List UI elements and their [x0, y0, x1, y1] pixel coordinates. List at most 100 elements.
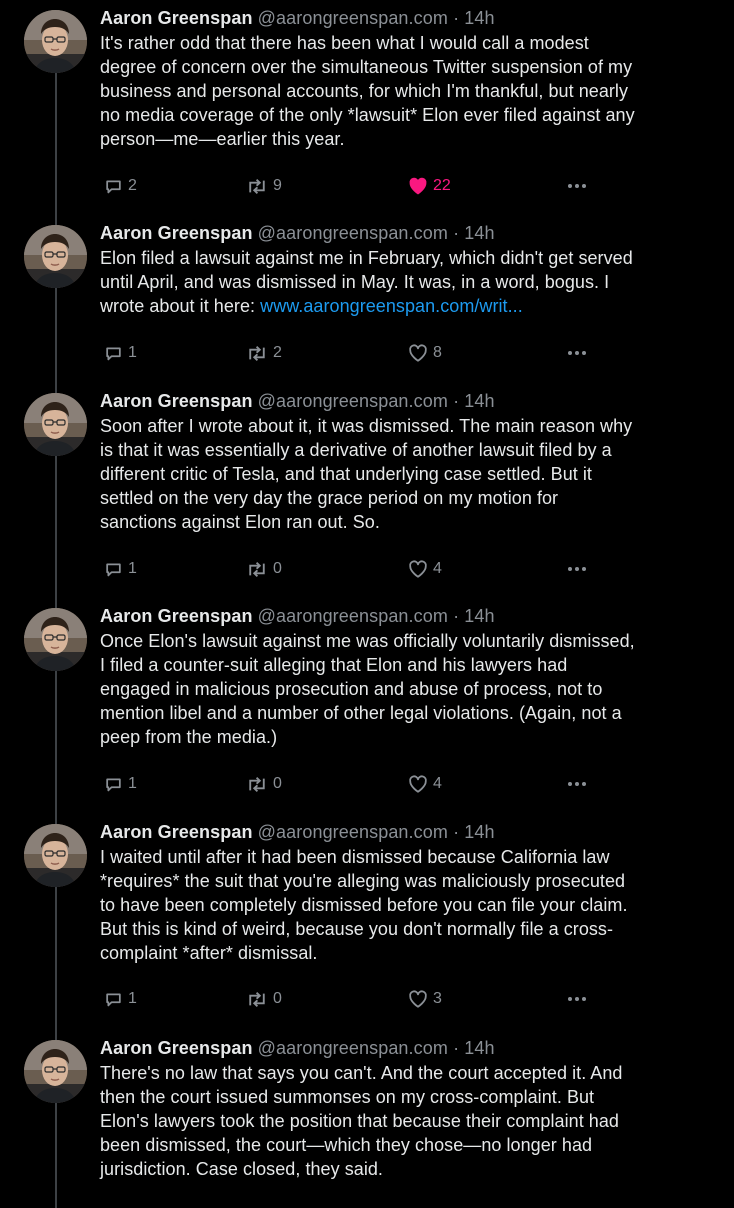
avatar[interactable] — [24, 10, 87, 73]
tweet-text-line: sanctions against Elon ran out. So. — [100, 512, 380, 532]
reply-button[interactable]: 1 — [104, 558, 137, 580]
like-button[interactable]: 22 — [408, 175, 451, 197]
tweet-body: Aaron Greenspan @aarongreenspan.com · 14… — [100, 1036, 710, 1181]
tweet-text: It's rather odd that there has been what… — [100, 31, 710, 151]
reply-button[interactable]: 1 — [104, 342, 137, 364]
tweet-text-line: to have been completely dismissed before… — [100, 895, 628, 915]
timestamp[interactable]: 14h — [464, 391, 494, 411]
avatar[interactable] — [24, 225, 87, 288]
ellipsis-icon — [567, 183, 592, 189]
tweet-actions: 2 9 22 — [100, 175, 700, 197]
repost-count: 0 — [273, 775, 282, 792]
author-handle[interactable]: @aarongreenspan.com — [258, 223, 448, 243]
like-count: 4 — [433, 775, 442, 792]
tweet-header: Aaron Greenspan @aarongreenspan.com · 14… — [100, 604, 710, 628]
like-count: 3 — [433, 990, 442, 1007]
retweet-arrows-icon — [246, 990, 273, 1009]
tweet-body: Aaron Greenspan @aarongreenspan.com · 14… — [100, 604, 710, 749]
heart-icon — [408, 990, 433, 1008]
timestamp[interactable]: 14h — [464, 223, 494, 243]
tweet-text-line: person—me—earlier this year. — [100, 129, 345, 149]
author-handle[interactable]: @aarongreenspan.com — [258, 1038, 448, 1058]
heart-icon — [408, 344, 433, 362]
like-button[interactable]: 4 — [408, 558, 442, 580]
reply-count: 2 — [128, 177, 137, 194]
tweet-text-line: no media coverage of the only *lawsuit* … — [100, 105, 635, 125]
tweet-actions: 1 2 8 — [100, 342, 700, 364]
timestamp[interactable]: 14h — [464, 606, 494, 626]
tweet-text-line: degree of concern over the simultaneous … — [100, 57, 633, 77]
tweet-text: Soon after I wrote about it, it was dism… — [100, 414, 710, 534]
timestamp[interactable]: 14h — [464, 8, 494, 28]
tweet-text-line: jurisdiction. Case closed, they said. — [100, 1159, 383, 1179]
timestamp[interactable]: 14h — [464, 822, 494, 842]
author-name[interactable]: Aaron Greenspan — [100, 606, 253, 626]
like-button[interactable]: 4 — [408, 773, 442, 795]
repost-button[interactable]: 0 — [246, 773, 282, 795]
repost-count: 0 — [273, 990, 282, 1007]
tweet-text-line: business and personal accounts, for whic… — [100, 81, 629, 101]
repost-button[interactable]: 0 — [246, 988, 282, 1010]
tweet-body: Aaron Greenspan @aarongreenspan.com · 14… — [100, 389, 710, 534]
like-count: 4 — [433, 560, 442, 577]
reply-count: 1 — [128, 990, 137, 1007]
tweet-header: Aaron Greenspan @aarongreenspan.com · 14… — [100, 6, 710, 30]
avatar[interactable] — [24, 1040, 87, 1103]
retweet-arrows-icon — [246, 775, 273, 794]
author-name[interactable]: Aaron Greenspan — [100, 223, 253, 243]
speech-bubble-icon — [104, 775, 128, 794]
speech-bubble-icon — [104, 560, 128, 579]
reply-button[interactable]: 1 — [104, 988, 137, 1010]
tweet-text-segment: wrote about it here: — [100, 296, 261, 316]
ellipsis-icon — [567, 996, 592, 1002]
tweet-text-line: is that it was essentially a derivative … — [100, 440, 612, 460]
repost-button[interactable]: 0 — [246, 558, 282, 580]
author-handle[interactable]: @aarongreenspan.com — [258, 606, 448, 626]
retweet-arrows-icon — [246, 560, 273, 579]
avatar[interactable] — [24, 824, 87, 887]
heart-icon — [408, 177, 433, 195]
author-name[interactable]: Aaron Greenspan — [100, 391, 253, 411]
tweet-text-line: different critic of Tesla, and that unde… — [100, 464, 592, 484]
more-options-button[interactable] — [567, 342, 592, 364]
author-name[interactable]: Aaron Greenspan — [100, 8, 253, 28]
tweet-header: Aaron Greenspan @aarongreenspan.com · 14… — [100, 221, 710, 245]
reply-count: 1 — [128, 344, 137, 361]
like-button[interactable]: 3 — [408, 988, 442, 1010]
author-handle[interactable]: @aarongreenspan.com — [258, 391, 448, 411]
more-options-button[interactable] — [567, 175, 592, 197]
reply-button[interactable]: 1 — [104, 773, 137, 795]
speech-bubble-icon — [104, 990, 128, 1009]
tweet-body: Aaron Greenspan @aarongreenspan.com · 14… — [100, 221, 710, 318]
tweet-header: Aaron Greenspan @aarongreenspan.com · 14… — [100, 1036, 710, 1060]
more-options-button[interactable] — [567, 988, 592, 1010]
repost-button[interactable]: 2 — [246, 342, 282, 364]
author-name[interactable]: Aaron Greenspan — [100, 822, 253, 842]
separator-dot: · — [453, 606, 460, 626]
repost-count: 9 — [273, 177, 282, 194]
like-count: 8 — [433, 344, 442, 361]
tweet-text-line: Elon filed a lawsuit against me in Febru… — [100, 248, 633, 268]
reply-button[interactable]: 2 — [104, 175, 137, 197]
repost-button[interactable]: 9 — [246, 175, 282, 197]
author-name[interactable]: Aaron Greenspan — [100, 1038, 253, 1058]
more-options-button[interactable] — [567, 558, 592, 580]
tweet-text-line: engaged in malicious prosecution and abu… — [100, 679, 603, 699]
author-handle[interactable]: @aarongreenspan.com — [258, 822, 448, 842]
like-count: 22 — [433, 177, 451, 194]
tweet-actions: 1 0 4 — [100, 773, 700, 795]
tweet-text-line: settled on the very day the grace period… — [100, 488, 559, 508]
tweet-link[interactable]: www.aarongreenspan.com/writ... — [260, 296, 523, 316]
avatar[interactable] — [24, 608, 87, 671]
thread: Aaron Greenspan @aarongreenspan.com · 14… — [0, 0, 734, 1208]
avatar[interactable] — [24, 393, 87, 456]
timestamp[interactable]: 14h — [464, 1038, 494, 1058]
like-button[interactable]: 8 — [408, 342, 442, 364]
retweet-arrows-icon — [246, 177, 273, 196]
ellipsis-icon — [567, 566, 592, 572]
tweet-text: Elon filed a lawsuit against me in Febru… — [100, 246, 710, 318]
heart-icon — [408, 775, 433, 793]
author-handle[interactable]: @aarongreenspan.com — [258, 8, 448, 28]
more-options-button[interactable] — [567, 773, 592, 795]
tweet-text-line: wrote about it here: www.aarongreenspan.… — [100, 294, 710, 318]
